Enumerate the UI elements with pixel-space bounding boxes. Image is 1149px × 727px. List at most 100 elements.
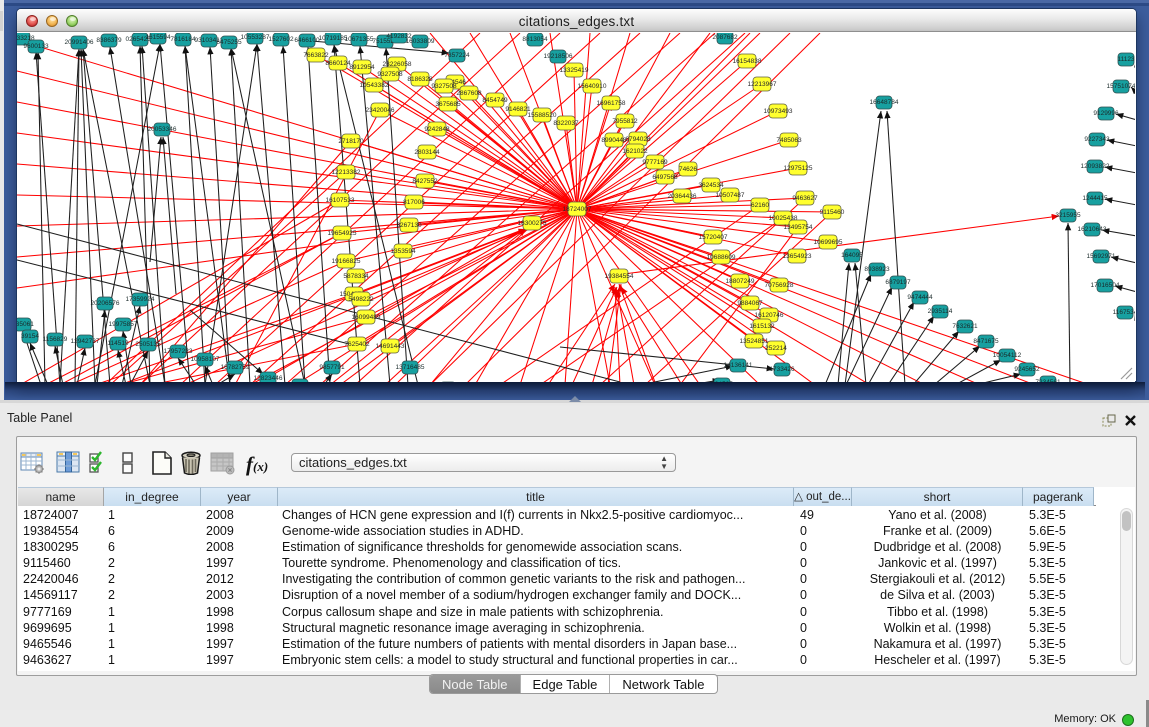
svg-text:20053346: 20053346 [148,126,177,133]
svg-text:12823446: 12823446 [254,375,283,382]
svg-text:62160: 62160 [751,202,769,209]
svg-text:9463627: 9463627 [792,195,818,202]
svg-text:9600133: 9600133 [23,43,49,50]
svg-text:7663822: 7663822 [303,52,329,59]
svg-text:8813054: 8813054 [522,36,548,43]
svg-text:15588520: 15588520 [528,112,557,119]
svg-text:19654925: 19654925 [328,230,357,237]
svg-text:9129996: 9129996 [1093,110,1119,117]
svg-text:10671355: 10671355 [345,36,374,43]
svg-text:1615132: 1615132 [749,323,775,330]
svg-text:14691443: 14691443 [376,343,405,350]
svg-text:12213967: 12213967 [748,81,777,88]
svg-text:5878334: 5878334 [343,273,369,280]
svg-text:10054112: 10054112 [993,352,1022,359]
svg-text:12942737: 12942737 [71,338,100,345]
svg-text:1621022: 1621022 [622,148,648,155]
svg-text:10699695: 10699695 [814,239,843,246]
svg-text:19218506: 19218506 [544,53,573,60]
svg-text:8912954: 8912954 [349,64,375,71]
svg-text:8938923: 8938923 [864,266,890,273]
svg-text:8386379: 8386379 [96,37,122,44]
svg-text:6475255: 6475255 [216,39,242,46]
svg-text:3215955: 3215955 [1055,212,1081,219]
svg-text:23420046: 23420046 [366,107,395,114]
svg-text:15640910: 15640910 [578,83,607,90]
svg-text:252214: 252214 [765,345,787,352]
svg-text:1353594: 1353594 [390,248,416,255]
svg-text:3675685: 3675685 [435,101,461,108]
svg-text:9857791: 9857791 [319,364,345,371]
svg-text:16120746: 16120746 [755,312,784,319]
svg-text:9884067: 9884067 [737,300,763,307]
svg-text:164095: 164095 [841,252,863,259]
svg-text:70756928: 70756928 [765,282,794,289]
svg-text:7632621: 7632621 [952,323,978,330]
svg-text:7625402: 7625402 [344,341,370,348]
svg-text:74626: 74626 [679,166,697,173]
svg-text:19975857: 19975857 [109,321,138,328]
svg-text:5498222: 5498222 [348,296,374,303]
svg-text:12093822: 12093822 [1081,163,1110,170]
svg-text:7955812: 7955812 [612,118,638,125]
svg-text:10543382: 10543382 [360,82,389,89]
svg-text:19384554: 19384554 [605,273,634,280]
svg-text:17957223: 17957223 [164,348,193,355]
svg-text:1733426: 1733426 [769,366,795,373]
svg-text:817006: 817006 [403,199,425,206]
svg-text:16210643: 16210643 [1078,226,1107,233]
svg-text:6879197: 6879197 [885,279,911,286]
svg-text:39154: 39154 [21,333,39,340]
svg-text:19166825: 19166825 [332,258,361,265]
svg-text:16107533: 16107533 [326,197,355,204]
svg-text:8660124: 8660124 [325,60,351,67]
svg-text:10688609: 10688609 [707,254,736,261]
svg-text:9474444: 9474444 [907,294,933,301]
svg-text:17016504: 17016504 [1091,282,1120,289]
svg-text:16961758: 16961758 [597,100,626,107]
svg-text:8427552: 8427552 [412,178,438,185]
svg-text:16154838: 16154838 [733,58,762,65]
svg-text:17359924: 17359924 [126,296,155,303]
svg-text:8990448: 8990448 [601,137,627,144]
svg-text:8454749: 8454749 [482,97,508,104]
svg-text:2803144: 2803144 [414,149,440,156]
svg-text:2867608: 2867608 [456,90,482,97]
svg-text:9115460: 9115460 [820,209,845,216]
svg-text:15692971: 15692971 [1087,253,1116,260]
svg-text:8471675: 8471675 [973,338,999,345]
svg-text:1615594: 1615594 [145,34,171,41]
svg-text:1156829: 1156829 [43,336,68,343]
svg-text:6466100: 6466100 [294,37,320,44]
svg-text:8186328: 8186328 [407,76,433,83]
svg-text:6497568: 6497568 [652,174,678,181]
svg-text:6794028: 6794028 [625,136,651,143]
svg-text:2505135: 2505135 [135,341,161,348]
svg-text:20206576: 20206576 [91,300,120,307]
svg-text:16782759: 16782759 [221,364,250,371]
svg-text:16033809: 16033809 [406,38,435,45]
svg-text:10507487: 10507487 [716,192,745,199]
svg-text:20364436: 20364436 [668,193,697,200]
svg-text:13524851: 13524851 [740,338,769,345]
svg-text:9245652: 9245652 [1014,366,1040,373]
svg-text:16099489: 16099489 [352,314,381,321]
svg-text:7816184: 7816184 [170,36,196,43]
svg-text:2935114: 2935114 [928,308,953,315]
svg-text:18300275: 18300275 [518,220,547,227]
svg-text:10973493: 10973493 [764,108,793,115]
svg-text:9327508: 9327508 [431,83,457,90]
svg-text:3624534: 3624534 [698,182,724,189]
svg-text:13325419: 13325419 [560,67,589,74]
svg-text:10553287: 10553287 [241,34,270,41]
svg-text:7357224: 7357224 [444,52,470,59]
svg-text:1244415: 1244415 [1082,195,1108,202]
svg-text:18807249: 18807249 [726,278,755,285]
svg-text:2087682: 2087682 [712,34,738,41]
svg-text:18724007: 18724007 [563,206,592,213]
svg-text:9242848: 9242848 [424,126,450,133]
svg-text:2718170: 2718170 [338,138,364,145]
svg-text:10958107: 10958107 [191,356,220,363]
svg-text:9227343: 9227343 [1084,136,1110,143]
svg-text:835061: 835061 [17,321,34,328]
